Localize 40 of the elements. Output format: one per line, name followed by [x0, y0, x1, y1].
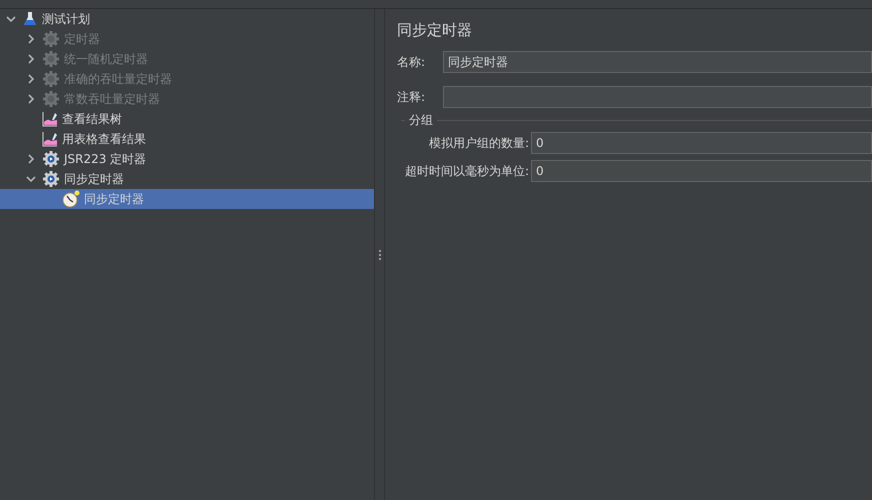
comment-label: 注释:	[397, 88, 426, 106]
name-field[interactable]: 同步定时器	[443, 51, 872, 73]
tree-item-label: 查看结果树	[62, 110, 122, 128]
input-field[interactable]: 0	[531, 132, 872, 154]
chevron-down-icon[interactable]	[6, 16, 16, 22]
tree-item-label: 同步定时器	[84, 190, 144, 208]
tree-item[interactable]: 同步定时器	[0, 169, 374, 189]
input-field[interactable]: 0	[531, 160, 872, 182]
gear-icon	[42, 90, 60, 108]
flask-icon	[22, 11, 38, 27]
chart-icon	[42, 131, 58, 147]
name-label: 名称:	[397, 54, 426, 70]
gear-icon	[42, 170, 60, 188]
gear-icon	[42, 30, 60, 48]
tree-item-label: 定时器	[64, 30, 100, 48]
gear-icon	[42, 150, 60, 168]
gear-icon	[42, 50, 60, 68]
chevron-right-icon[interactable]	[28, 154, 34, 164]
field-label: 超时时间以毫秒为单位:	[404, 162, 530, 180]
tree-item-label: 常数吞吐量定时器	[64, 90, 160, 108]
tree-item-label: 测试计划	[42, 10, 90, 28]
group-label: 分组	[405, 112, 437, 129]
tree-item-label: 同步定时器	[64, 170, 124, 188]
tree-item-label: 统一随机定时器	[64, 50, 148, 68]
tree-item[interactable]: 同步定时器	[0, 189, 374, 209]
tree-item-label: 准确的吞吐量定时器	[64, 70, 172, 88]
stopwatch-icon	[62, 190, 80, 208]
tree-item[interactable]: 查看结果树	[0, 109, 374, 129]
tree-item[interactable]: JSR223 定时器	[0, 149, 374, 169]
chart-icon	[42, 111, 58, 127]
tree-item-label: 用表格查看结果	[62, 130, 146, 148]
tree-item[interactable]: 用表格查看结果	[0, 129, 374, 149]
tree-item[interactable]: 测试计划	[0, 9, 374, 29]
splitter-handle[interactable]	[374, 9, 385, 500]
tree-item-label: JSR223 定时器	[64, 150, 146, 168]
field-label: 模拟用户组的数量:	[428, 134, 530, 152]
panel-title: 同步定时器	[397, 21, 473, 40]
chevron-down-icon[interactable]	[26, 176, 36, 182]
comment-field[interactable]	[443, 86, 872, 108]
gear-icon	[42, 70, 60, 88]
